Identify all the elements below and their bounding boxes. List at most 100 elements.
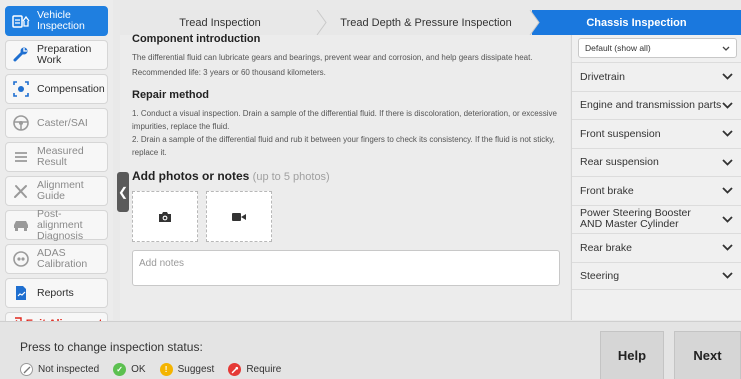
report-icon <box>10 282 32 304</box>
camera-icon <box>159 211 171 222</box>
recommended-life: Recommended life: 3 years or 60 thousand… <box>132 68 326 77</box>
status-label: Not inspected <box>38 364 100 375</box>
chevron-down-icon <box>722 187 733 195</box>
category-label: Power Steering Booster AND Master Cylind… <box>580 207 691 231</box>
category-item-rear-brake[interactable]: Rear brake <box>572 233 741 262</box>
sidebar: Vehicle Inspection Preparation Work Comp… <box>0 0 113 336</box>
sidebar-item-label: Preparation Work <box>37 43 92 66</box>
category-item-rear-suspension[interactable]: Rear suspension <box>572 147 741 177</box>
add-photo-button[interactable] <box>132 191 198 242</box>
chevron-down-icon <box>722 73 733 81</box>
repair-title: Repair method <box>132 89 210 101</box>
chevron-down-icon <box>722 130 733 138</box>
sidebar-item-measured-result[interactable]: Measured Result <box>5 142 108 172</box>
car-icon <box>10 214 32 236</box>
sidebar-item-adas-calibration[interactable]: ADAS Calibration <box>5 244 108 274</box>
sidebar-item-reports[interactable]: Reports <box>5 278 108 308</box>
sidebar-item-label: Reports <box>37 286 74 299</box>
chevron-down-icon <box>722 159 733 166</box>
check-icon: ✓ <box>113 363 127 376</box>
steering-wheel-icon <box>10 112 32 134</box>
sidebar-item-caster-sai[interactable]: Caster/SAI <box>5 108 108 138</box>
next-button[interactable]: Next <box>674 331 741 379</box>
sidebar-item-label: ADAS Calibration <box>37 247 88 270</box>
sidebar-item-label: Vehicle Inspection <box>37 9 85 32</box>
tab-chassis-inspection[interactable]: Chassis Inspection <box>532 10 741 35</box>
next-label: Next <box>693 348 722 363</box>
status-legend: Not inspected ✓ OK ! Suggest Require <box>20 363 295 376</box>
chevron-left-icon: ❮ <box>117 185 129 199</box>
sidebar-item-vehicle-inspection[interactable]: Vehicle Inspection <box>5 6 108 36</box>
list-icon <box>10 146 32 168</box>
category-item-front-suspension[interactable]: Front suspension <box>572 119 741 148</box>
warning-icon: ! <box>159 363 173 376</box>
status-label: OK <box>131 364 146 375</box>
status-suggest[interactable]: ! Suggest <box>159 363 215 376</box>
not-inspected-icon <box>20 363 33 376</box>
tab-tread-inspection[interactable]: Tread Inspection <box>120 10 320 35</box>
help-button[interactable]: Help <box>600 331 664 379</box>
notes-input[interactable]: Add notes <box>132 250 560 286</box>
chevron-down-icon <box>722 216 733 223</box>
sidebar-item-compensation[interactable]: Compensation <box>5 74 108 104</box>
photo-actions <box>132 191 560 242</box>
vehicle-inspection-icon <box>10 10 32 32</box>
category-label: Drivetrain <box>580 70 625 83</box>
category-item-steering[interactable]: Steering <box>572 261 741 290</box>
collapse-panel-button[interactable]: ❮ <box>117 172 129 212</box>
add-video-button[interactable] <box>206 191 272 242</box>
photos-title: Add photos or notes <box>132 169 250 183</box>
sidebar-item-alignment-guide[interactable]: Alignment Guide <box>5 176 108 206</box>
sidebar-item-preparation-work[interactable]: Preparation Work <box>5 40 108 70</box>
compensation-icon <box>10 78 32 100</box>
component-description: The differential fluid can lubricate gea… <box>132 53 533 62</box>
footer-bar: Press to change inspection status: Not i… <box>0 321 741 379</box>
component-title: Component introduction <box>132 33 261 45</box>
filter-value: Default (show all) <box>585 43 651 53</box>
sidebar-item-label: Alignment Guide <box>37 179 84 202</box>
sidebar-item-label: Measured Result <box>37 145 84 168</box>
filter-select[interactable]: Default (show all) <box>578 38 737 58</box>
step-tabs: Tread Inspection Tread Depth & Pressure … <box>120 10 741 35</box>
category-label: Engine and transmission parts <box>580 99 722 112</box>
category-item-power-steering[interactable]: Power Steering Booster AND Master Cylind… <box>572 204 741 234</box>
category-item-front-brake[interactable]: Front brake <box>572 176 741 205</box>
category-label: Front brake <box>580 184 634 197</box>
sidebar-item-label: Compensation <box>37 82 105 95</box>
chevron-down-icon <box>722 102 733 109</box>
sidebar-item-label: Caster/SAI <box>37 116 88 129</box>
status-require[interactable]: Require <box>228 363 281 376</box>
chevron-down-icon <box>722 272 733 280</box>
repair-step-1: 1. Conduct a visual inspection. Drain a … <box>132 109 557 131</box>
adas-icon <box>10 248 32 270</box>
category-item-engine-transmission[interactable]: Engine and transmission parts <box>572 90 741 120</box>
status-prompt: Press to change inspection status: <box>20 340 203 354</box>
tab-divider-icon <box>528 10 540 35</box>
category-label: Steering <box>580 269 620 282</box>
tools-icon <box>10 180 32 202</box>
category-panel: Default (show all) Drivetrain Engine and… <box>571 35 741 320</box>
category-label: Rear suspension <box>580 156 659 169</box>
sidebar-item-post-alignment-diagnosis[interactable]: Post-alignment Diagnosis <box>5 208 108 241</box>
chevron-down-icon <box>722 244 733 252</box>
notes-placeholder: Add notes <box>139 258 185 269</box>
tab-divider-icon <box>316 10 327 35</box>
tab-label: Chassis Inspection <box>586 16 687 29</box>
tab-label: Tread Inspection <box>179 16 261 29</box>
main-content: Component introduction The differential … <box>120 33 570 320</box>
status-ok[interactable]: ✓ OK <box>113 363 146 376</box>
status-not-inspected[interactable]: Not inspected <box>20 363 99 376</box>
video-camera-icon <box>232 212 246 221</box>
app-root: Vehicle Inspection Preparation Work Comp… <box>0 0 741 379</box>
tab-tread-depth-pressure[interactable]: Tread Depth & Pressure Inspection <box>320 10 532 35</box>
help-label: Help <box>617 348 647 363</box>
tab-label: Tread Depth & Pressure Inspection <box>340 16 512 29</box>
status-label: Require <box>246 364 282 375</box>
category-item-drivetrain[interactable]: Drivetrain <box>572 62 741 91</box>
category-label: Front suspension <box>580 127 661 140</box>
status-label: Suggest <box>177 364 215 375</box>
repair-step-2: 2. Drain a sample of the differential fl… <box>132 135 555 157</box>
wrench-icon <box>10 44 32 66</box>
chevron-down-icon <box>722 46 730 51</box>
wrench-alert-icon <box>228 363 242 376</box>
